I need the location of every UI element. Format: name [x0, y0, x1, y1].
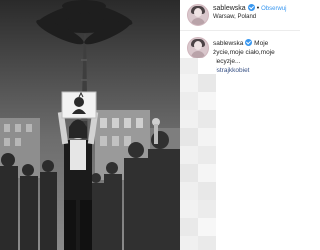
blurred-comments-area — [180, 58, 300, 250]
post-photo[interactable] — [0, 0, 180, 250]
verified-badge-icon — [245, 39, 253, 46]
protest-sign-icon — [61, 91, 97, 119]
caption-username-link[interactable]: sablewska — [213, 40, 243, 47]
post-side-panel: sablewska • Obserwuj Warsaw, Poland sablew… — [180, 0, 300, 250]
post-header: sablewska • Obserwuj Warsaw, Poland — [180, 0, 300, 31]
caption-avatar[interactable] — [187, 37, 209, 59]
username-link[interactable]: sablewska — [213, 5, 246, 12]
location-link[interactable]: Warsaw, Poland — [213, 14, 256, 20]
verified-badge-icon — [247, 4, 255, 11]
avatar[interactable] — [187, 4, 209, 26]
separator-dot: • — [256, 5, 260, 12]
follow-button[interactable]: Obserwuj — [261, 6, 286, 12]
post-username-row: sablewska • Obserwuj — [213, 4, 286, 12]
